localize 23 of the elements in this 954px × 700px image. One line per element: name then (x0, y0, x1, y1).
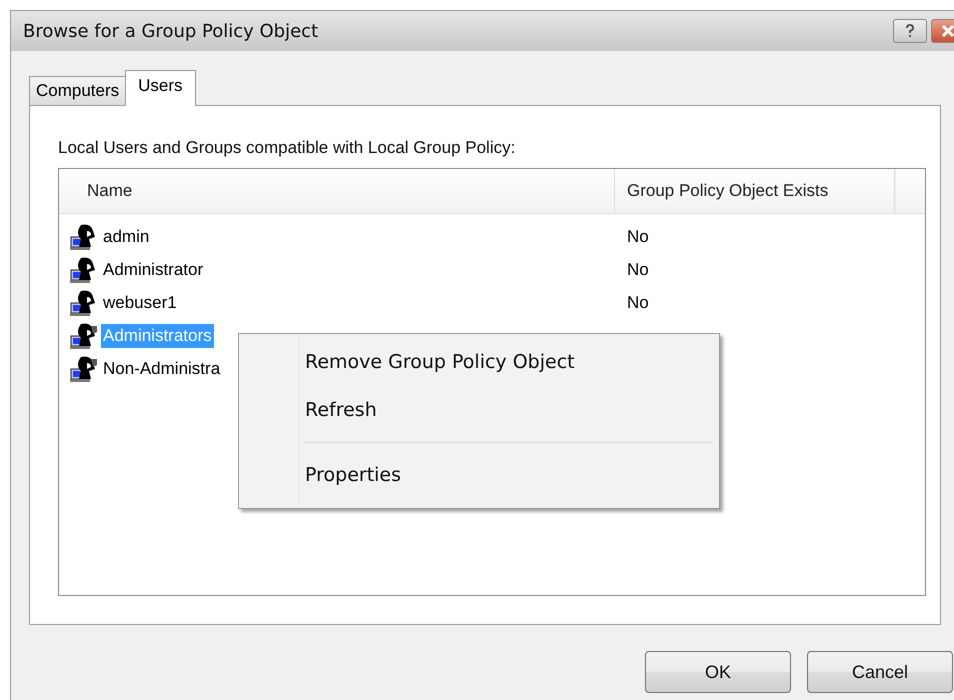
user-group-icon (69, 322, 99, 350)
user-name[interactable]: admin (101, 224, 152, 248)
column-header[interactable]: Name (59, 169, 615, 213)
table-cell-text: No (626, 226, 650, 246)
window-title: Browse for a Group Policy Object (23, 20, 320, 42)
help-button[interactable] (893, 19, 927, 43)
user-name[interactable]: Administrator (101, 258, 206, 282)
tab[interactable]: Users (125, 70, 196, 106)
close-icon (942, 25, 954, 37)
table-cell-text: No (626, 292, 650, 312)
cancel-button[interactable]: Cancel (807, 651, 953, 693)
user-group-icon (69, 354, 99, 382)
menu-item[interactable]: Properties (301, 451, 709, 499)
help-icon (905, 24, 915, 38)
user-name[interactable]: webuser1 (101, 290, 179, 314)
menu-item[interactable]: Remove Group Policy Object (301, 338, 709, 386)
tab[interactable]: Computers (29, 76, 126, 106)
list-label: Local Users and Groups compatible with Local Group Policy: (58, 138, 516, 158)
menu-item[interactable]: Refresh (301, 386, 709, 434)
table-cell-text: No (626, 260, 650, 280)
ok-button[interactable]: OK (645, 651, 791, 693)
column-header[interactable]: Group Policy Object Exists (615, 169, 895, 213)
user-name[interactable]: Non-Administra (101, 356, 222, 380)
